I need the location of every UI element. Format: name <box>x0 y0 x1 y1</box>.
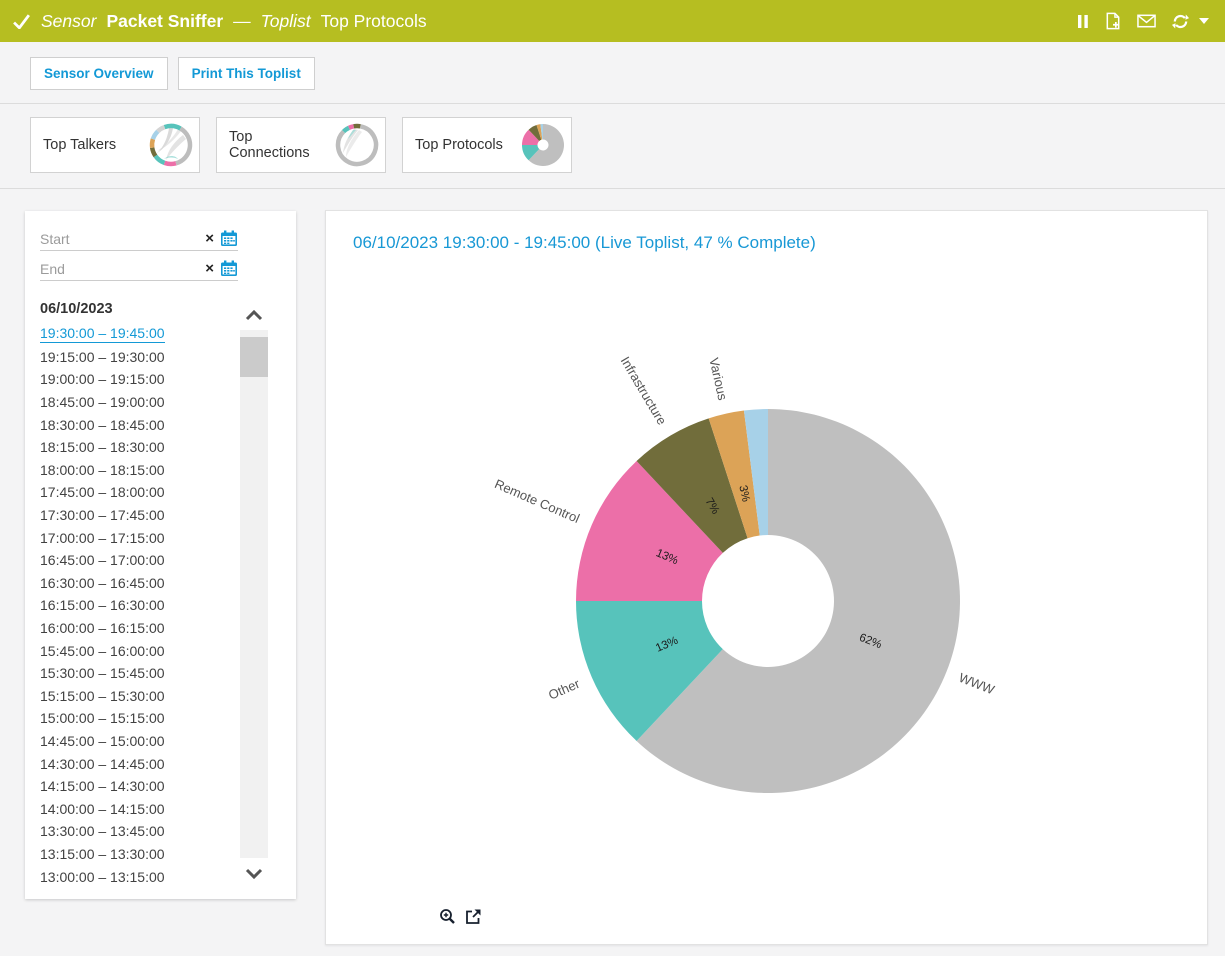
time-range-item[interactable]: 16:15:00 – 16:30:00 <box>40 594 230 617</box>
dropdown-caret-icon[interactable] <box>1205 18 1209 24</box>
time-range-item[interactable]: 13:15:00 – 13:30:00 <box>40 843 230 866</box>
time-range-item[interactable]: 14:45:00 – 15:00:00 <box>40 730 230 753</box>
time-range-item[interactable]: 15:00:00 – 15:15:00 <box>40 707 230 730</box>
start-date-input[interactable] <box>40 231 199 247</box>
time-range-item[interactable]: 17:00:00 – 17:15:00 <box>40 526 230 549</box>
ring-segment <box>152 148 155 156</box>
time-range-item[interactable]: 16:45:00 – 17:00:00 <box>40 549 230 572</box>
time-range-item[interactable]: 16:30:00 – 16:45:00 <box>40 572 230 595</box>
end-date-input[interactable] <box>40 261 199 277</box>
divider <box>0 103 1225 104</box>
time-range-item[interactable]: 19:30:00 – 19:45:00 <box>40 323 230 346</box>
ring-segment <box>165 126 181 129</box>
time-range-item[interactable]: 14:30:00 – 14:45:00 <box>40 752 230 775</box>
ring-segment <box>338 126 376 164</box>
time-range-item[interactable]: 14:15:00 – 14:30:00 <box>40 775 230 798</box>
time-range-item[interactable]: 17:45:00 – 18:00:00 <box>40 481 230 504</box>
toplist-chart-panel: 06/10/2023 19:30:00 - 19:45:00 (Live Top… <box>325 210 1208 945</box>
ring-segment <box>349 126 354 127</box>
scrollbar-thumb[interactable] <box>240 337 268 377</box>
calendar-icon[interactable] <box>220 230 238 247</box>
time-range-item[interactable]: 13:00:00 – 13:15:00 <box>40 865 230 888</box>
time-range-list: 19:30:00 – 19:45:0019:15:00 – 19:30:0019… <box>40 323 230 888</box>
tab-label: Top Protocols <box>415 137 503 153</box>
ring-segment <box>165 163 176 164</box>
email-icon[interactable] <box>1137 14 1156 28</box>
slice-name-label: Various <box>706 356 730 402</box>
tab-top-connections[interactable]: Top Connections <box>216 117 386 173</box>
header-bar: Sensor Packet Sniffer — Toplist Top Prot… <box>0 0 1225 42</box>
time-range-item[interactable]: 19:15:00 – 19:30:00 <box>40 346 230 369</box>
timelist-date-header: 06/10/2023 <box>40 301 113 317</box>
ring-segment <box>152 139 153 148</box>
ring-segment <box>153 131 158 139</box>
time-range-item[interactable]: 13:30:00 – 13:45:00 <box>40 820 230 843</box>
pause-icon[interactable] <box>1077 14 1089 29</box>
time-range-item[interactable]: 16:00:00 – 16:15:00 <box>40 617 230 640</box>
page-title: Top Protocols <box>321 11 427 32</box>
time-range-item[interactable]: 15:30:00 – 15:45:00 <box>40 662 230 685</box>
divider <box>0 188 1225 189</box>
zoom-in-icon[interactable] <box>439 908 456 925</box>
time-range-item[interactable]: 15:45:00 – 16:00:00 <box>40 639 230 662</box>
slice-name-label: Remote Control <box>492 476 582 526</box>
scroll-up-icon[interactable] <box>240 300 268 330</box>
report-icon[interactable] <box>1104 12 1122 30</box>
end-date-field: × <box>40 257 238 281</box>
object-type-label: Sensor <box>41 11 96 32</box>
open-external-icon[interactable] <box>465 908 482 925</box>
toolbar: Sensor Overview Print This Toplist <box>30 57 315 90</box>
ring-segment <box>158 127 165 131</box>
scrollbar[interactable] <box>240 300 268 888</box>
time-range-item[interactable]: 18:00:00 – 18:15:00 <box>40 459 230 482</box>
slice-name-label: WWW <box>957 670 997 698</box>
clear-end-icon[interactable]: × <box>205 261 214 276</box>
section-type-label: Toplist <box>261 11 311 32</box>
slice-name-label: Other <box>546 676 582 703</box>
chord-diagram-icon <box>334 122 380 168</box>
check-icon <box>13 14 31 29</box>
donut-chart-icon <box>520 122 566 168</box>
refresh-icon[interactable] <box>1171 12 1190 31</box>
sensor-overview-button[interactable]: Sensor Overview <box>30 57 168 90</box>
tab-label: Top Talkers <box>43 137 116 153</box>
chord-diagram-icon <box>148 122 194 168</box>
scroll-down-icon[interactable] <box>240 858 268 888</box>
time-range-item[interactable]: 18:15:00 – 18:30:00 <box>40 436 230 459</box>
time-range-item[interactable]: 17:30:00 – 17:45:00 <box>40 504 230 527</box>
tab-top-protocols[interactable]: Top Protocols <box>402 117 572 173</box>
time-range-item[interactable]: 18:45:00 – 19:00:00 <box>40 391 230 414</box>
ring-segment <box>344 128 349 132</box>
time-range-item[interactable]: 19:00:00 – 19:15:00 <box>40 368 230 391</box>
toplist-sidebar: × × <box>25 211 296 899</box>
slice-name-label: Infrastructure <box>618 354 670 428</box>
breadcrumb-separator: — <box>233 11 251 32</box>
time-range-item[interactable]: 18:30:00 – 18:45:00 <box>40 413 230 436</box>
protocols-donut-chart: 62%WWW13%Other13%Remote Control7%Infrast… <box>326 211 1209 944</box>
toplist-tabs: Top Talkers Top Connections Top Protocol… <box>30 117 572 173</box>
clear-start-icon[interactable]: × <box>205 231 214 246</box>
object-name: Packet Sniffer <box>106 11 223 32</box>
start-date-field: × <box>40 227 238 251</box>
ring-segment <box>155 156 164 163</box>
calendar-icon[interactable] <box>220 260 238 277</box>
tab-top-talkers[interactable]: Top Talkers <box>30 117 200 173</box>
print-toplist-button[interactable]: Print This Toplist <box>178 57 315 90</box>
time-range-item[interactable]: 14:00:00 – 14:15:00 <box>40 797 230 820</box>
time-range-item[interactable]: 15:15:00 – 15:30:00 <box>40 685 230 708</box>
tab-label: Top Connections <box>229 129 334 161</box>
breadcrumb: Sensor Packet Sniffer — Toplist Top Prot… <box>13 11 427 32</box>
